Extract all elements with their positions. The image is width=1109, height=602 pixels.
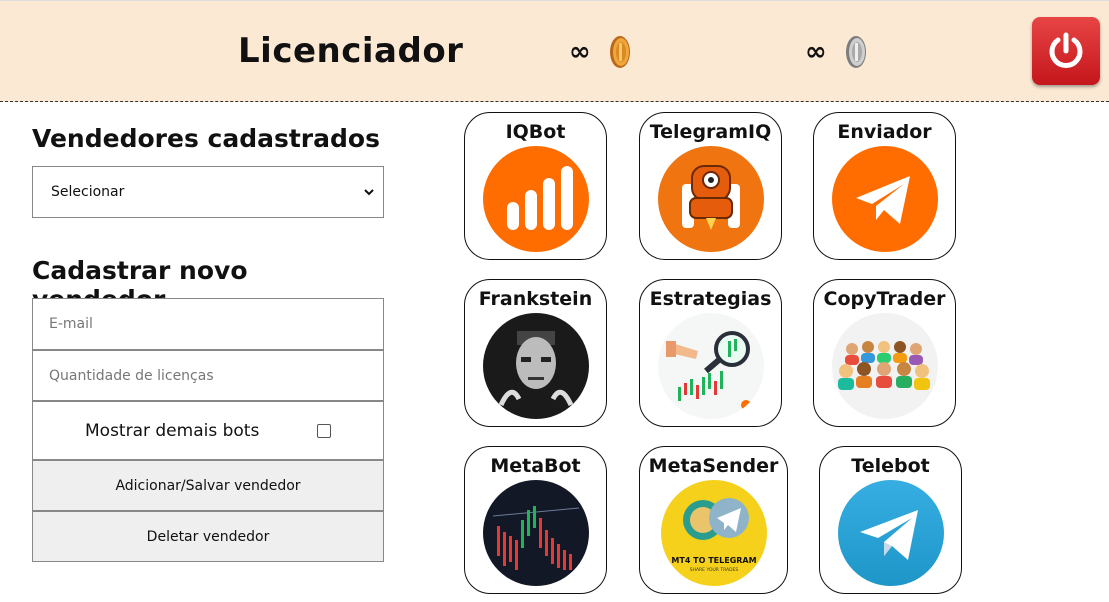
gold-credits-value: ∞ bbox=[569, 37, 591, 67]
top-header: Licenciador ∞ ∞ bbox=[0, 0, 1109, 102]
seller-select[interactable]: Selecionar bbox=[32, 166, 384, 218]
bot-card-metabot[interactable]: MetaBot bbox=[464, 446, 607, 594]
bot-card-copytrader[interactable]: CopyTrader bbox=[813, 279, 956, 427]
bot-card-telebot[interactable]: Telebot bbox=[819, 446, 962, 594]
bot-card-label: IQBot bbox=[505, 121, 566, 143]
metasender-logo-subtext: SHARE YOUR TRADES bbox=[689, 567, 738, 573]
email-field[interactable]: E-mail bbox=[32, 298, 384, 350]
silver-coin-icon bbox=[845, 36, 866, 68]
bot-card-label: MetaSender bbox=[648, 455, 779, 477]
show-bots-row: Mostrar demais bots bbox=[32, 401, 384, 460]
silver-credits-value: ∞ bbox=[805, 37, 827, 67]
bot-card-estrategias[interactable]: Estrategias bbox=[639, 279, 782, 427]
bot-card-label: Enviador bbox=[837, 121, 932, 143]
gold-credits: ∞ bbox=[569, 35, 631, 69]
bot-card-enviador[interactable]: Enviador bbox=[813, 112, 956, 260]
bot-card-label: Telebot bbox=[851, 455, 930, 477]
bot-card-label: CopyTrader bbox=[823, 288, 946, 310]
telegramiq-robot-icon bbox=[657, 146, 764, 252]
bot-card-telegramiq[interactable]: TelegramIQ bbox=[639, 112, 782, 260]
bot-card-label: Frankstein bbox=[478, 288, 593, 310]
licenses-quantity-field[interactable]: Quantidade de licenças bbox=[32, 350, 384, 401]
silver-credits: ∞ bbox=[805, 35, 867, 69]
paper-plane-icon bbox=[831, 146, 938, 252]
email-placeholder: E-mail bbox=[49, 316, 93, 332]
magnifier-chart-icon bbox=[657, 313, 764, 419]
bot-card-metasender[interactable]: MetaSender MT4 TO TELEGRAM SHARE YOUR TR… bbox=[639, 446, 788, 594]
licenses-placeholder: Quantidade de licenças bbox=[49, 367, 214, 384]
crowd-icon bbox=[831, 313, 938, 419]
power-icon bbox=[1049, 32, 1083, 68]
app-title: Licenciador bbox=[238, 31, 464, 71]
telegram-icon bbox=[837, 480, 944, 586]
logout-button[interactable] bbox=[1032, 17, 1100, 85]
gold-coin-icon bbox=[609, 36, 630, 68]
iqbot-bars-icon bbox=[482, 146, 589, 252]
seller-select-value: Selecionar bbox=[51, 184, 125, 200]
sellers-title: Vendedores cadastrados bbox=[32, 124, 380, 153]
show-bots-label: Mostrar demais bots bbox=[85, 420, 260, 441]
mt4-telegram-icon: MT4 TO TELEGRAM SHARE YOUR TRADES bbox=[660, 480, 767, 586]
chevron-down-icon bbox=[364, 189, 374, 196]
bot-card-label: Estrategias bbox=[649, 288, 772, 310]
bot-card-iqbot[interactable]: IQBot bbox=[464, 112, 607, 260]
candlestick-chart-icon bbox=[482, 480, 589, 586]
metasender-logo-text: MT4 TO TELEGRAM bbox=[671, 556, 756, 565]
delete-seller-button[interactable]: Deletar vendedor bbox=[32, 511, 384, 562]
save-seller-button[interactable]: Adicionar/Salvar vendedor bbox=[32, 460, 384, 511]
show-bots-checkbox[interactable] bbox=[317, 424, 331, 438]
frankenstein-portrait bbox=[482, 313, 589, 419]
bot-card-label: MetaBot bbox=[490, 455, 581, 477]
bot-card-label: TelegramIQ bbox=[649, 121, 772, 143]
bot-card-frankstein[interactable]: Frankstein bbox=[464, 279, 607, 427]
